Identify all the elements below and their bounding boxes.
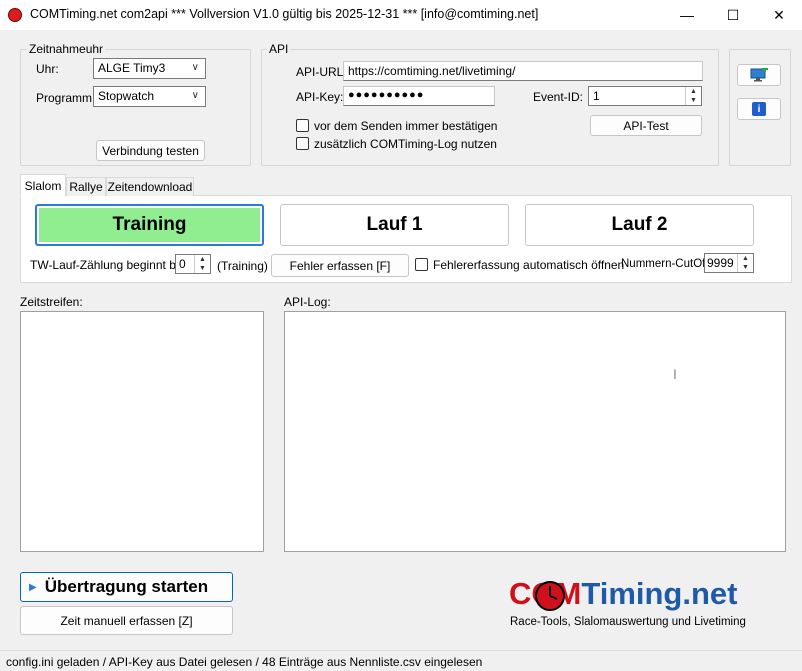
auto-open-checkbox[interactable] — [415, 258, 428, 271]
uhr-select[interactable]: ALGE Timy3 ∨ — [93, 58, 206, 79]
close-button[interactable]: ✕ — [756, 0, 802, 30]
stopwatch-logo-icon — [535, 581, 565, 611]
play-triangle-icon: ▶ — [29, 581, 37, 593]
tw-label: TW-Lauf-Zählung beginnt bei: — [30, 258, 189, 272]
tab-rallye[interactable]: Rallye — [66, 177, 106, 196]
event-id-spinner[interactable]: 1 ▲ ▼ — [588, 86, 702, 106]
zeitnahmeuhr-group-label: Zeitnahmeuhr — [27, 42, 106, 56]
log-label: zusätzlich COMTiming-Log nutzen — [314, 137, 497, 151]
api-key-input[interactable]: ●●●●●●●●●● — [343, 86, 495, 106]
maximize-button[interactable]: ☐ — [710, 0, 756, 30]
verbindung-testen-button[interactable]: Verbindung testen — [96, 140, 205, 161]
training-note: (Training) — [217, 259, 268, 273]
auto-open-label: Fehlererfassung automatisch öffnen — [433, 258, 625, 272]
event-id-value: 1 — [593, 89, 600, 103]
spinner-arrows-icon[interactable]: ▲ ▼ — [737, 254, 753, 272]
minimize-button[interactable]: — — [664, 0, 710, 30]
zeit-manuell-button[interactable]: Zeit manuell erfassen [Z] — [20, 606, 233, 635]
chevron-down-icon: ∨ — [191, 62, 199, 73]
logo-timing: Timing.net — [581, 576, 738, 611]
lauf1-button[interactable]: Lauf 1 — [280, 204, 509, 246]
text-cursor-icon: I — [673, 366, 677, 382]
uebertragung-starten-button[interactable]: ▶ Übertragung starten — [20, 572, 233, 602]
tab-zeitendownload[interactable]: Zeitendownload — [106, 177, 194, 196]
cutoff-spinner[interactable]: 9999 ▲ ▼ — [704, 253, 754, 273]
api-log-label: API-Log: — [284, 295, 331, 309]
spinner-arrows-icon[interactable]: ▲ ▼ — [194, 255, 210, 273]
zeitstreifen-list[interactable] — [20, 311, 264, 552]
tw-spinner[interactable]: 0 ▲ ▼ — [175, 254, 211, 274]
tab-slalom[interactable]: Slalom — [20, 174, 66, 197]
api-key-label: API-Key: — [296, 90, 344, 104]
info-button[interactable]: i — [737, 98, 781, 120]
confirm-checkbox[interactable] — [296, 119, 309, 132]
logo-tagline: Race-Tools, Slalomauswertung und Livetim… — [510, 616, 746, 628]
cutoff-value: 9999 — [707, 256, 734, 270]
uhr-label: Uhr: — [36, 62, 59, 76]
confirm-label: vor dem Senden immer bestätigen — [314, 119, 498, 133]
api-test-button[interactable]: API-Test — [590, 115, 702, 136]
status-bar: config.ini geladen / API-Key aus Datei g… — [0, 650, 802, 671]
monitor-add-button[interactable] — [737, 64, 781, 86]
tw-value: 0 — [179, 257, 186, 271]
info-icon: i — [752, 102, 766, 116]
lauf2-button[interactable]: Lauf 2 — [525, 204, 754, 246]
api-url-input[interactable]: https://comtiming.net/livetiming/ — [343, 61, 703, 81]
cutoff-label: Nummern-CutOff: — [621, 258, 712, 270]
training-button[interactable]: Training — [35, 204, 264, 246]
api-url-label: API-URL: — [296, 65, 347, 79]
uebertragung-starten-label: Übertragung starten — [44, 577, 209, 596]
fehler-erfassen-button[interactable]: Fehler erfassen [F] — [271, 254, 409, 277]
window-title: COMTiming.net com2api *** Vollversion V1… — [30, 7, 539, 21]
api-group-label: API — [267, 42, 291, 56]
programm-select[interactable]: Stopwatch ∨ — [93, 86, 206, 107]
spinner-arrows-icon[interactable]: ▲ ▼ — [685, 87, 701, 105]
programm-label: Programm: — [36, 91, 96, 105]
event-id-label: Event-ID: — [533, 90, 584, 104]
api-log-text[interactable]: I — [284, 311, 786, 552]
training-button-label: Training — [39, 208, 260, 242]
programm-select-value: Stopwatch — [98, 89, 155, 103]
uhr-select-value: ALGE Timy3 — [98, 61, 166, 75]
monitor-add-icon — [750, 68, 768, 82]
zeitstreifen-label: Zeitstreifen: — [20, 295, 83, 309]
app-icon — [8, 8, 22, 22]
chevron-down-icon: ∨ — [191, 90, 199, 101]
log-checkbox[interactable] — [296, 137, 309, 150]
